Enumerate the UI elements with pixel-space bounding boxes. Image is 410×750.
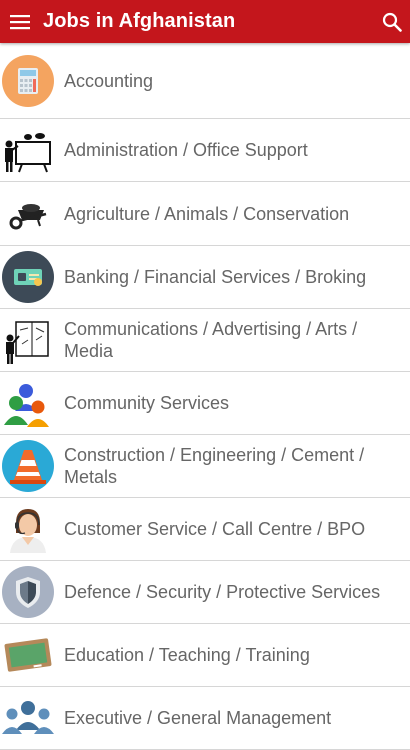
category-label: Construction / Engineering / Cement / Me…	[64, 445, 365, 487]
app-title: Jobs in Afghanistan	[43, 10, 236, 32]
list-item-community-services[interactable]: Community Services	[0, 372, 410, 435]
search-icon[interactable]	[374, 0, 410, 43]
chalkboard-icon	[2, 629, 54, 681]
category-label: Education / Teaching / Training	[64, 645, 310, 665]
category-label: Customer Service / Call Centre / BPO	[64, 519, 366, 539]
category-label: Agriculture / Animals / Conservation	[64, 203, 350, 224]
category-label: Defence / Security / Protective Services	[64, 582, 381, 602]
category-label: Executive / General Management	[64, 708, 332, 728]
traffic-cone-icon	[2, 440, 54, 492]
list-item-defence[interactable]: Defence / Security / Protective Services	[0, 561, 410, 624]
category-label: Administration / Office Support	[64, 140, 308, 160]
category-label: Community Services	[64, 393, 230, 413]
list-item-customer-service[interactable]: Customer Service / Call Centre / BPO	[0, 498, 410, 561]
category-list: Accounting Administration / Office Suppo…	[0, 43, 410, 750]
wheelbarrow-icon	[2, 188, 54, 240]
people-group-icon	[2, 377, 54, 429]
calculator-icon	[2, 54, 54, 107]
list-item-education[interactable]: Education / Teaching / Training	[0, 624, 410, 687]
headset-agent-icon	[2, 503, 54, 555]
shield-icon	[2, 566, 54, 618]
list-item-agriculture[interactable]: Agriculture / Animals / Conservation	[0, 182, 410, 246]
list-item-executive[interactable]: Executive / General Management	[0, 687, 410, 750]
team-icon	[2, 692, 54, 744]
app-bar: Jobs in Afghanistan	[0, 0, 410, 43]
list-item-construction[interactable]: Construction / Engineering / Cement / Me…	[0, 435, 410, 498]
category-label: Communications / Advertising / Arts / Me…	[64, 319, 358, 361]
presentation-board-icon	[2, 124, 54, 176]
category-label: Banking / Financial Services / Broking	[64, 267, 367, 287]
bank-card-icon	[2, 251, 54, 303]
whiteboard-presenter-icon	[2, 314, 54, 366]
list-item-communications[interactable]: Communications / Advertising / Arts / Me…	[0, 309, 410, 372]
list-item-banking[interactable]: Banking / Financial Services / Broking	[0, 246, 410, 309]
hamburger-menu-icon[interactable]	[2, 0, 38, 43]
list-item-administration[interactable]: Administration / Office Support	[0, 119, 410, 182]
category-label: Accounting	[64, 70, 154, 91]
list-item-accounting[interactable]: Accounting	[0, 43, 410, 119]
